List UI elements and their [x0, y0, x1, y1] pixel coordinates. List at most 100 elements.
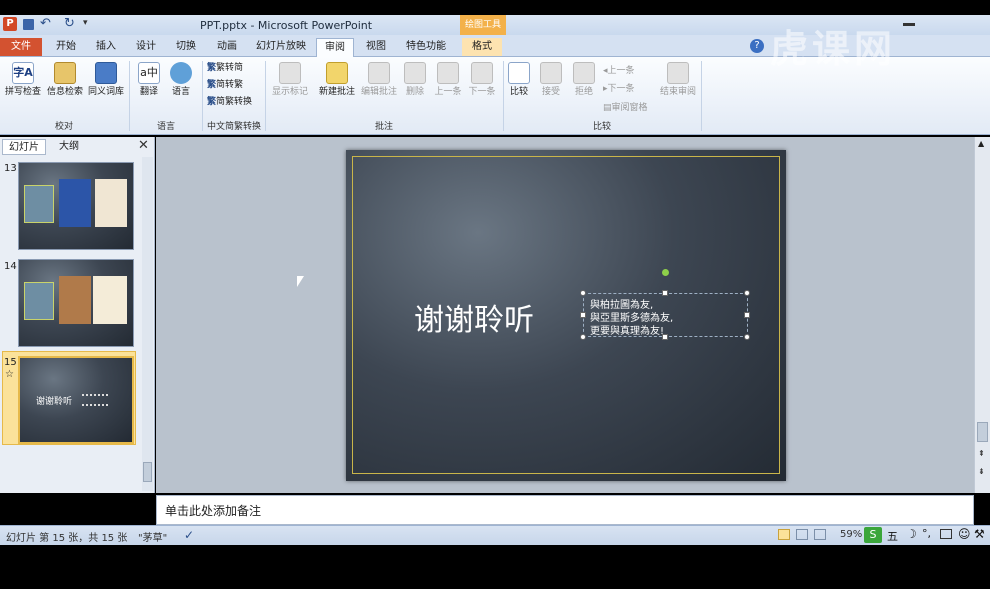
rotation-handle[interactable] [662, 269, 669, 276]
ime-user-icon[interactable]: ☺ [958, 527, 971, 541]
group-label-comments: 批注 [374, 122, 393, 132]
tab-design[interactable]: 设计 [128, 38, 164, 56]
group-label-chinese-conversion: 中文简繁转换 [206, 122, 261, 132]
normal-view-icon[interactable] [778, 529, 790, 540]
save-icon[interactable] [23, 19, 34, 30]
tab-transitions[interactable]: 切换 [168, 38, 204, 56]
slide-thumbnail-14[interactable] [18, 259, 134, 347]
ime-settings-icon[interactable]: ⚒ [974, 527, 985, 541]
slides-pane-scrollbar[interactable] [142, 157, 153, 491]
previous-comment-button[interactable]: 上一条 [431, 62, 465, 97]
resize-handle[interactable] [662, 290, 668, 296]
workspace-scrollbar[interactable]: ▲ ⇞ ⇟ [974, 137, 990, 493]
ime-keyboard-icon[interactable] [940, 529, 952, 539]
slide-thumbnail-13[interactable] [18, 162, 134, 250]
tab-slideshow[interactable]: 幻灯片放映 [250, 38, 312, 56]
translate-label: 翻译 [139, 87, 158, 97]
redo-icon[interactable]: ↻ [64, 16, 75, 31]
research-button[interactable]: 信息检索 [45, 62, 85, 97]
group-label-language: 语言 [156, 122, 175, 132]
new-comment-icon [326, 62, 348, 84]
edit-comment-button[interactable]: 编辑批注 [358, 62, 400, 97]
simp-to-trad-icon: 繁 [207, 80, 217, 90]
tab-format[interactable]: 格式 [462, 38, 502, 56]
mouse-cursor-icon [297, 276, 304, 287]
tab-animations[interactable]: 动画 [209, 38, 245, 56]
thumbnail-image [24, 282, 54, 320]
simplified-to-traditional-button[interactable]: 繁简转繁 [207, 77, 243, 90]
scrollbar-thumb[interactable] [143, 462, 152, 482]
tab-insert[interactable]: 插入 [88, 38, 124, 56]
ime-mode[interactable]: 五 [887, 528, 898, 544]
slide-title[interactable]: 谢谢聆听 [414, 295, 534, 339]
resize-handle[interactable] [744, 334, 750, 340]
previous-slide-icon[interactable]: ⇞ [978, 449, 985, 458]
previous-change-button[interactable]: ◂上一条 [603, 63, 635, 76]
customize-toolbar-icon[interactable]: ▾ [83, 18, 88, 28]
traditional-to-simplified-button[interactable]: 繁繁转简 [207, 60, 243, 73]
slide-thumbnail-15[interactable]: 谢谢聆听 [18, 356, 134, 444]
notes-pane[interactable]: 单击此处添加备注 [156, 495, 974, 525]
slide-canvas[interactable]: 谢谢聆听 與柏拉圖為友, 與亞里斯多德為友, 更要與真理為友! [346, 150, 786, 481]
resize-handle[interactable] [580, 334, 586, 340]
next-change-button[interactable]: ▸下一条 [603, 81, 635, 94]
help-icon[interactable]: ? [750, 39, 764, 53]
notes-placeholder: 单击此处添加备注 [165, 504, 262, 518]
next-comment-icon [471, 62, 493, 84]
tab-home[interactable]: 开始 [48, 38, 84, 56]
powerpoint-logo-icon: P [3, 17, 17, 31]
scroll-up-icon[interactable]: ▲ [978, 139, 984, 148]
spell-check-button[interactable]: 字A 拼写检查 [3, 62, 43, 97]
undo-icon[interactable]: ↶ [40, 16, 51, 31]
ime-punctuation-icon[interactable]: °, [922, 527, 931, 540]
tab-special[interactable]: 特色功能 [400, 38, 452, 56]
compare-button[interactable]: 比较 [506, 62, 532, 97]
tab-view[interactable]: 视图 [358, 38, 394, 56]
next-comment-button[interactable]: 下一条 [465, 62, 499, 97]
reviewing-pane-button[interactable]: ▤审阅窗格 [603, 100, 648, 113]
research-icon [54, 62, 76, 84]
slide-sorter-icon[interactable] [796, 529, 808, 540]
ime-halfwidth-icon[interactable]: ☽ [906, 527, 917, 541]
resize-handle[interactable] [744, 312, 750, 318]
minimize-icon[interactable] [903, 23, 915, 26]
spell-check-status-icon[interactable]: ✓ [184, 528, 194, 542]
new-comment-button[interactable]: 新建批注 [315, 62, 359, 97]
translate-button[interactable]: a中 翻译 [135, 62, 163, 97]
end-review-icon [667, 62, 689, 84]
resize-handle[interactable] [580, 312, 586, 318]
end-review-button[interactable]: 结束审阅 [656, 62, 700, 97]
zoom-level[interactable]: 59% [840, 529, 862, 540]
thumbnail-image [93, 276, 127, 324]
chinese-conversion-button[interactable]: 繁简繁转换 [207, 94, 252, 107]
group-label-compare: 比较 [592, 122, 611, 132]
next-slide-icon[interactable]: ⇟ [978, 467, 985, 476]
spell-check-icon: 字A [12, 62, 34, 84]
resize-handle[interactable] [744, 290, 750, 296]
accept-button[interactable]: 接受 [538, 62, 564, 97]
ime-sogou-icon[interactable]: S [864, 527, 882, 543]
status-bar: 幻灯片 第 15 张，共 15 张 "茅草" ✓ 59% S 五 ☽ °, ☺ … [0, 525, 990, 545]
window-title: PPT.pptx - Microsoft PowerPoint [200, 19, 373, 32]
tab-review[interactable]: 审阅 [316, 38, 354, 58]
next-change-label: 下一条 [607, 84, 635, 94]
tab-slides[interactable]: 幻灯片 [2, 139, 46, 155]
chinese-conversion-label: 简繁转换 [216, 97, 253, 107]
screen-bottom-edge [0, 545, 990, 589]
previous-comment-icon [437, 62, 459, 84]
language-button[interactable]: 语言 [167, 62, 195, 97]
tab-outline[interactable]: 大纲 [48, 139, 90, 155]
reading-view-icon[interactable] [814, 529, 826, 540]
scrollbar-thumb[interactable] [977, 422, 988, 442]
resize-handle[interactable] [580, 290, 586, 296]
delete-comment-button[interactable]: 删除 [402, 62, 428, 97]
resize-handle[interactable] [662, 334, 668, 340]
close-pane-icon[interactable]: ✕ [138, 138, 149, 153]
slide-number-14: 14 [4, 261, 17, 272]
group-separator [701, 61, 702, 131]
reject-button[interactable]: 拒绝 [571, 62, 597, 97]
tab-file[interactable]: 文件 [0, 38, 42, 56]
selected-text-box[interactable]: 與柏拉圖為友, 與亞里斯多德為友, 更要與真理為友! [583, 293, 748, 337]
thesaurus-button[interactable]: 同义词库 [87, 62, 125, 97]
show-markup-button[interactable]: 显示标记 [268, 62, 312, 97]
